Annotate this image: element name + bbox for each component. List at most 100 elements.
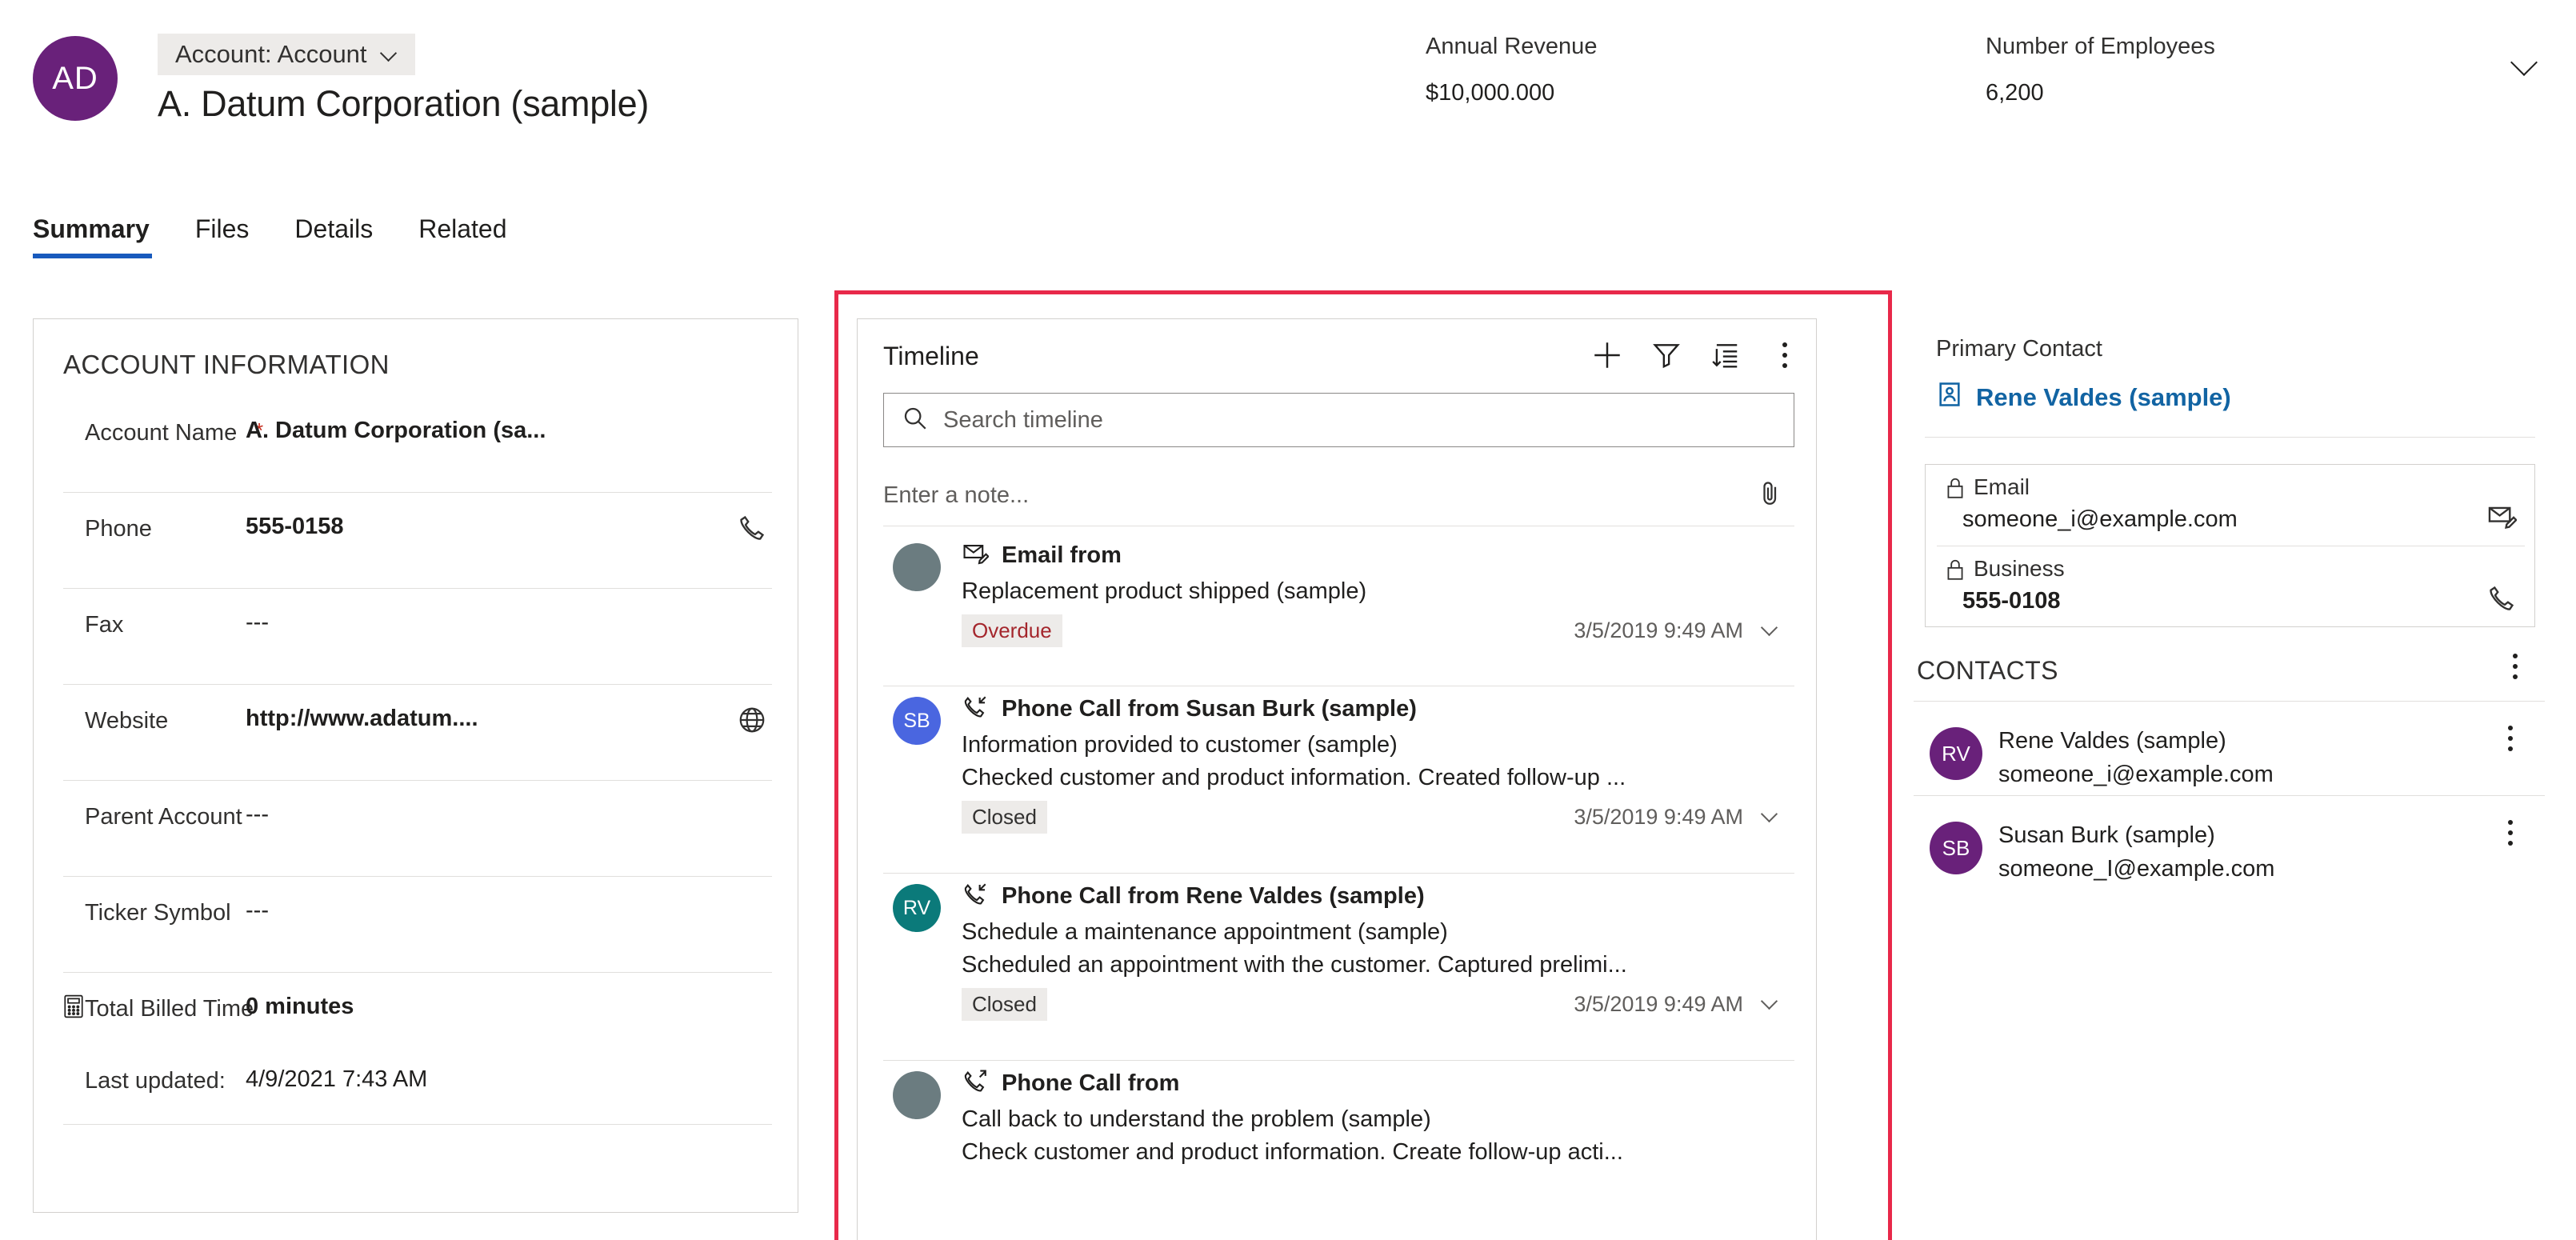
avatar-initials: RV xyxy=(902,896,931,919)
timeline-entry-subject: Schedule a maintenance appointment (samp… xyxy=(962,919,1448,945)
lock-icon xyxy=(1945,476,1966,500)
globe-icon[interactable] xyxy=(737,705,767,735)
field-phone[interactable]: Phone 555-0158 xyxy=(63,492,772,588)
search-timeline-input[interactable]: Search timeline xyxy=(883,393,1794,447)
timeline-title: Timeline xyxy=(883,342,979,370)
field-label: Account Name xyxy=(85,420,238,446)
timeline-entry-time: 3/5/2019 9:49 AM xyxy=(1574,805,1783,830)
contact-field-business[interactable]: Business 555-0108 xyxy=(1926,546,2536,627)
divider xyxy=(1925,437,2535,438)
phone-outgoing-icon xyxy=(962,1068,989,1099)
contact-card-icon xyxy=(1936,381,1963,414)
contact-field-label: Email xyxy=(1974,474,2030,499)
timeline-entry-timestamp: 3/5/2019 9:49 AM xyxy=(1574,618,1743,642)
status-badge: Closed xyxy=(962,988,1047,1021)
timeline-entry-time: 3/5/2019 9:49 AM xyxy=(1574,618,1783,643)
chevron-down-icon[interactable] xyxy=(1762,621,1783,642)
header-stat-number-of-employees: Number of Employees 6,200 xyxy=(1986,34,2215,106)
timeline-entry-subject: Call back to understand the problem (sam… xyxy=(962,1106,1431,1132)
contact-side-panel: Primary Contact Rene Valdes (sample) Ema… xyxy=(1914,318,2545,1240)
header-stat-value: 6,200 xyxy=(1986,80,2044,106)
calculator-icon xyxy=(63,994,84,1018)
phone-incoming-icon xyxy=(962,881,989,912)
phone-icon[interactable] xyxy=(2486,583,2517,614)
field-fax[interactable]: Fax --- xyxy=(63,588,772,684)
timeline-entry-kind: Email from xyxy=(962,540,1794,571)
paperclip-icon[interactable] xyxy=(1756,479,1785,512)
more-options-icon[interactable] xyxy=(2492,720,2529,757)
account-information-title: ACCOUNT INFORMATION xyxy=(63,350,390,379)
timeline-entry-footer: Overdue 3/5/2019 9:49 AM xyxy=(962,614,1794,647)
timeline-entry-phone-susan-burk[interactable]: SB Phone Call from Susan Burk (sample) I… xyxy=(883,686,1794,873)
avatar-initials: RV xyxy=(1942,741,1970,766)
field-last-updated: Last updated: 4/9/2021 7:43 AM xyxy=(63,1044,772,1108)
more-options-icon[interactable] xyxy=(2492,814,2529,851)
sort-icon[interactable] xyxy=(1707,337,1744,374)
form-tabs: Summary Files Details Related xyxy=(33,214,553,258)
header-stat-label: Number of Employees xyxy=(1986,34,2215,59)
field-label: Total Billed Time xyxy=(85,996,254,1022)
contact-field-value: someone_i@example.com xyxy=(1962,506,2238,532)
tab-related[interactable]: Related xyxy=(418,214,530,258)
field-value: http://www.adatum.... xyxy=(246,706,478,731)
timeline-entry-description: Checked customer and product information… xyxy=(962,765,1626,790)
chevron-down-icon xyxy=(382,46,398,62)
chevron-down-icon[interactable] xyxy=(2512,50,2539,77)
chevron-down-icon[interactable] xyxy=(1762,807,1783,828)
timeline-entry-time: 3/5/2019 9:49 AM xyxy=(1574,992,1783,1017)
field-value: 555-0158 xyxy=(246,514,344,539)
status-badge: Overdue xyxy=(962,614,1062,647)
field-total-billed-time: Total Billed Time 0 minutes xyxy=(63,972,772,1046)
enter-note-input[interactable]: Enter a note... xyxy=(883,466,1794,524)
timeline-entry-email[interactable]: Email from Replacement product shipped (… xyxy=(883,532,1794,686)
entity-selector[interactable]: Account: Account xyxy=(158,34,415,75)
avatar: SB xyxy=(1930,822,1982,874)
avatar: RV xyxy=(1930,727,1982,780)
tab-files[interactable]: Files xyxy=(195,214,274,258)
list-item[interactable]: SB Susan Burk (sample) someone_I@example… xyxy=(1914,795,2545,907)
contact-field-email[interactable]: Email someone_i@example.com xyxy=(1926,465,2536,546)
more-options-icon[interactable] xyxy=(1766,337,1803,374)
field-label: Ticker Symbol xyxy=(85,900,231,926)
record-avatar: AD xyxy=(33,36,118,121)
header-stat-value: $10,000.000 xyxy=(1426,80,1555,106)
timeline-entry-footer: Closed 3/5/2019 9:49 AM xyxy=(962,801,1794,834)
primary-contact-link[interactable]: Rene Valdes (sample) xyxy=(1936,381,2231,414)
page-title: A. Datum Corporation (sample) xyxy=(158,83,650,124)
timeline-entry-phone-rene-valdes[interactable]: RV Phone Call from Rene Valdes (sample) … xyxy=(883,873,1794,1060)
tab-details[interactable]: Details xyxy=(294,214,397,258)
contact-email: someone_i@example.com xyxy=(1998,762,2274,787)
avatar-initials: SB xyxy=(903,709,930,732)
email-icon[interactable] xyxy=(2486,502,2518,532)
timeline-entry-description: Check customer and product information. … xyxy=(962,1139,1623,1165)
field-website[interactable]: Website http://www.adatum.... xyxy=(63,684,772,780)
timeline-entry-kind: Phone Call from Susan Burk (sample) xyxy=(962,694,1794,725)
contact-field-label: Business xyxy=(1974,556,2065,581)
field-label: Phone xyxy=(85,516,152,542)
phone-incoming-icon xyxy=(962,694,989,725)
tab-summary[interactable]: Summary xyxy=(33,214,174,258)
header-stat-annual-revenue: Annual Revenue $10,000.000 xyxy=(1426,34,1597,106)
avatar: RV xyxy=(893,884,941,932)
avatar: SB xyxy=(893,697,941,745)
chevron-down-icon[interactable] xyxy=(1762,994,1783,1015)
more-options-icon[interactable] xyxy=(2497,648,2534,685)
contact-field-value: 555-0108 xyxy=(1962,588,2061,614)
field-label: Last updated: xyxy=(85,1068,226,1094)
field-ticker-symbol[interactable]: Ticker Symbol --- xyxy=(63,876,772,972)
field-label: Fax xyxy=(85,612,124,638)
field-account-name[interactable]: Account Name * A. Datum Corporation (sa.… xyxy=(63,396,772,492)
avatar-initials: SB xyxy=(1942,835,1970,860)
field-parent-account[interactable]: Parent Account --- xyxy=(63,780,772,876)
entity-selector-label: Account: Account xyxy=(175,40,367,68)
filter-icon[interactable] xyxy=(1648,337,1685,374)
timeline-entry-body: Phone Call from Call back to understand … xyxy=(962,1060,1794,1166)
divider xyxy=(63,1124,772,1125)
add-icon[interactable] xyxy=(1589,337,1626,374)
timeline-entry-phone-call-from[interactable]: Phone Call from Call back to understand … xyxy=(883,1060,1794,1240)
field-value: --- xyxy=(246,802,269,827)
phone-icon[interactable] xyxy=(737,513,767,543)
primary-contact-label: Primary Contact xyxy=(1936,336,2102,362)
header-stat-label: Annual Revenue xyxy=(1426,34,1598,59)
timeline-entry-subject: Replacement product shipped (sample) xyxy=(962,578,1367,604)
